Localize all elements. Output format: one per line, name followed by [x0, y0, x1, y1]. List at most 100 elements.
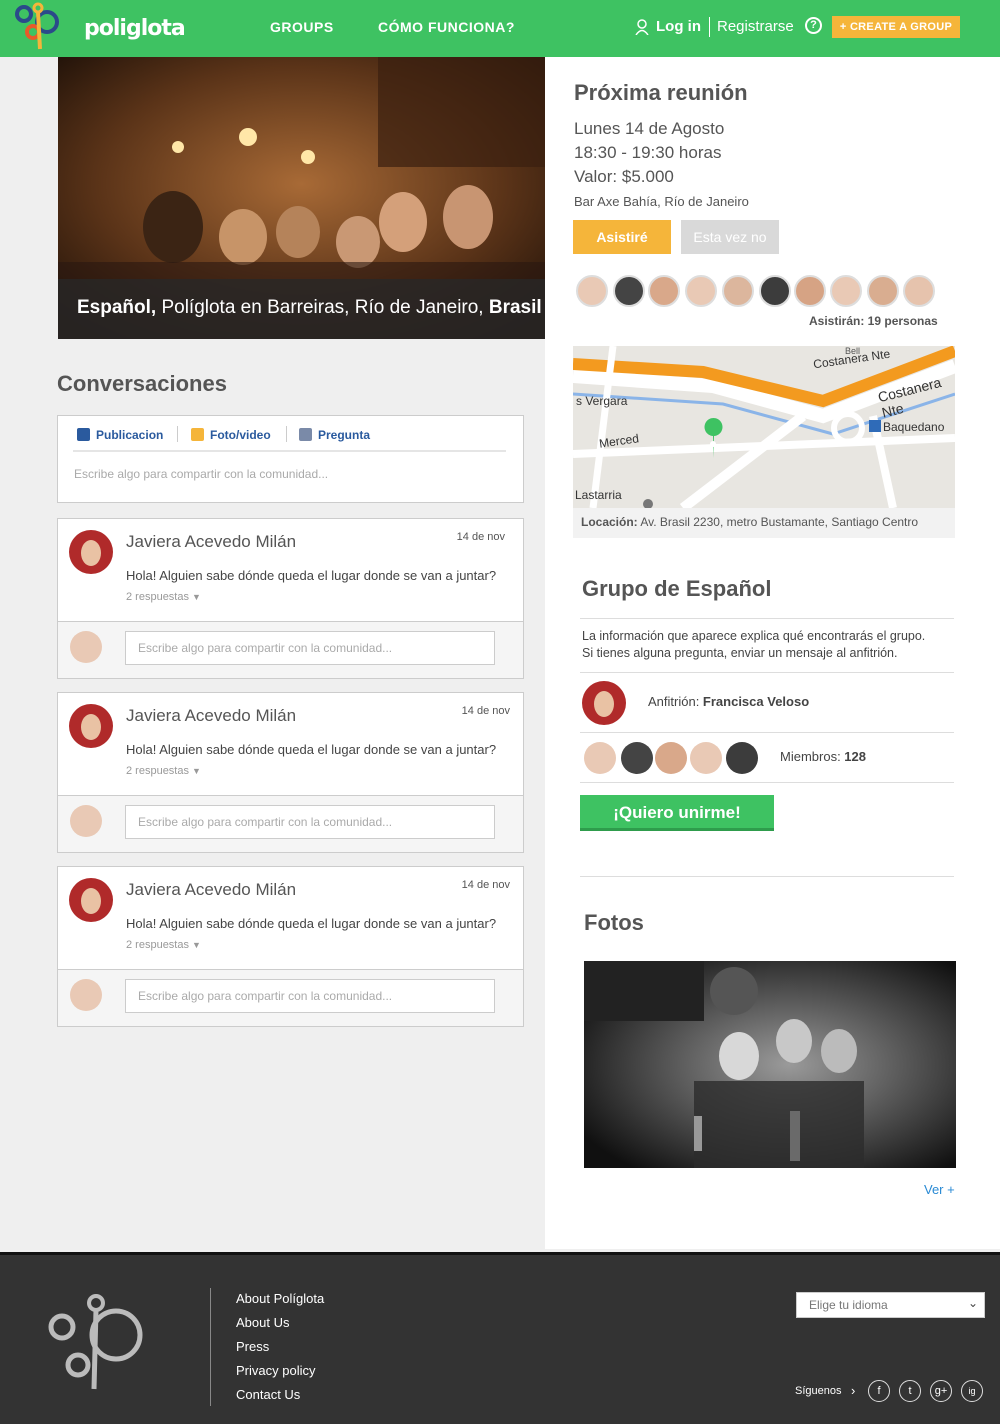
footer-link-press[interactable]: Press	[236, 1339, 269, 1354]
decline-button[interactable]: Esta vez no	[681, 220, 779, 254]
tab-pregunta[interactable]: Pregunta	[299, 428, 370, 442]
divider	[580, 732, 954, 733]
attendee-avatar[interactable]	[830, 275, 862, 307]
tab-publicacion[interactable]: Publicacion	[77, 428, 163, 442]
nav-groups[interactable]: GROUPS	[270, 19, 334, 35]
reply-box: Escribe algo para compartir con la comun…	[57, 621, 524, 679]
chevron-down-icon: ▼	[192, 592, 201, 602]
facebook-icon[interactable]: f	[868, 1380, 890, 1402]
host-label: Anfitrión:	[648, 694, 703, 709]
post-card: Javiera Acevedo Milán 14 de nov Hola! Al…	[57, 692, 524, 853]
instagram-icon[interactable]: ig	[961, 1380, 983, 1402]
post-author[interactable]: Javiera Acevedo Milán	[126, 532, 296, 552]
attendee-avatar[interactable]	[576, 275, 608, 307]
member-avatar[interactable]	[655, 742, 687, 774]
member-avatar[interactable]	[621, 742, 653, 774]
attendee-avatar[interactable]	[685, 275, 717, 307]
composer-input[interactable]: Escribe algo para compartir con la comun…	[74, 467, 328, 481]
location-address: Av. Brasil 2230, metro Bustamante, Santi…	[637, 515, 919, 529]
hero-caption: Español, Políglota en Barreiras, Río de …	[58, 279, 545, 339]
tab-label: Foto/video	[210, 428, 271, 442]
attendees-count: Asistirán: 19 personas	[809, 314, 938, 328]
tab-label: Pregunta	[318, 428, 371, 442]
composer-divider	[73, 450, 506, 452]
reply-box: Escribe algo para compartir con la comun…	[57, 795, 524, 853]
members-label: Miembros:	[780, 749, 845, 764]
google-plus-icon[interactable]: g+	[930, 1380, 952, 1402]
nav-como-funciona[interactable]: CÓMO FUNCIONA?	[378, 19, 515, 35]
group-info-line2: Si tienes alguna pregunta, enviar un men…	[582, 646, 898, 660]
tab-divider	[286, 426, 287, 442]
conversations-title: Conversaciones	[57, 371, 227, 396]
tab-foto-video[interactable]: Foto/video	[191, 428, 271, 442]
post-author[interactable]: Javiera Acevedo Milán	[126, 880, 296, 900]
member-avatar[interactable]	[690, 742, 722, 774]
members-count: 128	[844, 749, 866, 764]
location-map[interactable]: Costanera Nte Costanera Nte s Vergara Me…	[573, 346, 955, 538]
hero-country: Brasil	[488, 297, 542, 318]
photo-icon	[191, 428, 204, 441]
language-select[interactable]: Elige tu idioma ⌄	[796, 1292, 985, 1318]
user-icon	[635, 19, 649, 35]
meeting-price: Valor: $5.000	[574, 167, 674, 186]
meeting-time: 18:30 - 19:30 horas	[574, 143, 722, 162]
attend-button[interactable]: Asistiré	[573, 220, 671, 254]
replies-toggle[interactable]: 2 respuestas ▼	[126, 939, 201, 951]
chevron-down-icon: ⌄	[967, 1296, 978, 1310]
footer-link-privacy[interactable]: Privacy policy	[236, 1363, 315, 1378]
chevron-right-icon: ›	[851, 1383, 856, 1398]
author-avatar[interactable]	[69, 704, 113, 748]
footer-link-contact[interactable]: Contact Us	[236, 1387, 300, 1402]
attendee-avatar[interactable]	[903, 275, 935, 307]
attendee-avatar[interactable]	[867, 275, 899, 307]
footer-link-about-us[interactable]: About Us	[236, 1315, 289, 1330]
group-photo[interactable]	[584, 961, 956, 1168]
attendee-avatar[interactable]	[794, 275, 826, 307]
header-divider	[709, 17, 710, 37]
divider	[580, 876, 954, 877]
logo-icon	[15, 2, 59, 50]
register-link[interactable]: Registrarse	[717, 18, 794, 35]
hero-language: Español,	[77, 297, 157, 318]
author-avatar[interactable]	[69, 878, 113, 922]
reply-box: Escribe algo para compartir con la comun…	[57, 969, 524, 1027]
help-icon[interactable]: ?	[805, 17, 822, 34]
author-avatar[interactable]	[69, 530, 113, 574]
hero-location: Políglota en Barreiras, Río de Janeiro,	[156, 297, 489, 318]
post-text: Hola! Alguien sabe dónde queda el lugar …	[126, 742, 497, 757]
logo[interactable]: poliglota	[14, 2, 186, 54]
footer-divider	[210, 1288, 211, 1406]
more-photos-link[interactable]: Ver +	[924, 1182, 955, 1197]
replies-count: 2 respuestas	[126, 765, 189, 777]
member-avatar[interactable]	[726, 742, 758, 774]
footer-link-about-poliglota[interactable]: About Políglota	[236, 1291, 324, 1306]
group-info-line1: La información que aparece explica qué e…	[582, 629, 926, 643]
tab-label: Publicacion	[96, 428, 164, 442]
host-avatar[interactable]	[582, 681, 626, 725]
attendee-avatar[interactable]	[722, 275, 754, 307]
post-author[interactable]: Javiera Acevedo Milán	[126, 706, 296, 726]
join-group-button[interactable]: ¡Quiero unirme!	[580, 795, 774, 831]
tab-divider	[177, 426, 178, 442]
create-group-button[interactable]: + CREATE A GROUP	[832, 16, 960, 38]
host-name[interactable]: Francisca Veloso	[703, 694, 809, 709]
member-avatar[interactable]	[584, 742, 616, 774]
user-avatar	[70, 979, 102, 1011]
meeting-place: Bar Axe Bahía, Río de Janeiro	[574, 194, 749, 209]
attendee-avatar[interactable]	[648, 275, 680, 307]
login-link[interactable]: Log in	[656, 18, 701, 35]
replies-toggle[interactable]: 2 respuestas ▼	[126, 591, 201, 603]
reply-input[interactable]: Escribe algo para compartir con la comun…	[125, 979, 495, 1013]
reply-input[interactable]: Escribe algo para compartir con la comun…	[125, 805, 495, 839]
pencil-icon	[77, 428, 90, 441]
twitter-icon[interactable]: t	[899, 1380, 921, 1402]
replies-toggle[interactable]: 2 respuestas ▼	[126, 765, 201, 777]
post-card: Javiera Acevedo Milán 14 de nov Hola! Al…	[57, 518, 524, 679]
reply-input[interactable]: Escribe algo para compartir con la comun…	[125, 631, 495, 665]
group-title: Grupo de Español	[582, 576, 772, 601]
hero-image: Español, Políglota en Barreiras, Río de …	[58, 57, 545, 339]
attendee-avatar[interactable]	[759, 275, 791, 307]
attendee-avatar[interactable]	[613, 275, 645, 307]
meeting-date: Lunes 14 de Agosto	[574, 119, 725, 138]
map-location-bar: Locación: Av. Brasil 2230, metro Bustama…	[573, 508, 955, 538]
